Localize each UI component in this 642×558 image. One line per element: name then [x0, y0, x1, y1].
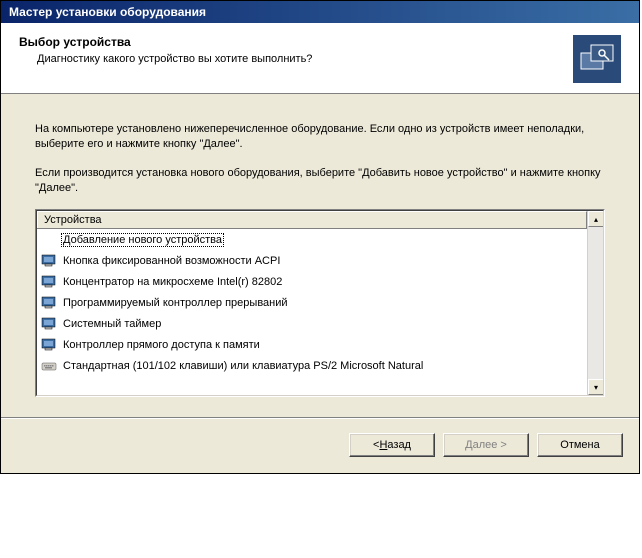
list-item-label: Программируемый контроллер прерываний — [61, 296, 290, 310]
list-item-label: Контроллер прямого доступа к памяти — [61, 338, 262, 352]
scroll-track[interactable] — [588, 227, 603, 379]
next-button[interactable]: Далее > — [443, 433, 529, 457]
cancel-button[interactable]: Отмена — [537, 433, 623, 457]
device-list-container: Устройства Добавление нового устройства К… — [35, 209, 605, 397]
list-header[interactable]: Устройства — [37, 211, 587, 229]
list-item-label: Добавление нового устройства — [61, 233, 224, 247]
column-devices[interactable]: Устройства — [37, 211, 587, 228]
header-text: Выбор устройства Диагностику какого устр… — [19, 35, 563, 65]
list-item[interactable]: Добавление нового устройства — [37, 229, 587, 250]
instruction-1: На компьютере установлено нижеперечислен… — [35, 122, 605, 152]
list-item[interactable]: Контроллер прямого доступа к памяти — [37, 334, 587, 355]
header-subtitle: Диагностику какого устройство вы хотите … — [37, 53, 563, 65]
button-bar: < Назад Далее > Отмена — [1, 419, 639, 473]
monitor-icon — [41, 253, 57, 269]
list-item[interactable]: Программируемый контроллер прерываний — [37, 292, 587, 313]
list-item[interactable]: Стандартная (101/102 клавиши) или клавиа… — [37, 355, 587, 376]
instruction-2: Если производится установка нового обору… — [35, 166, 605, 196]
hardware-icon — [573, 35, 621, 83]
monitor-icon — [41, 274, 57, 290]
header-title: Выбор устройства — [19, 35, 563, 49]
list-item-label: Стандартная (101/102 клавиши) или клавиа… — [61, 359, 425, 373]
monitor-icon — [41, 337, 57, 353]
none-icon — [41, 232, 57, 248]
wizard-header: Выбор устройства Диагностику какого устр… — [1, 23, 639, 94]
list-item-label: Кнопка фиксированной возможности ACPI — [61, 254, 282, 268]
content-area: На компьютере установлено нижеперечислен… — [1, 94, 639, 417]
list-item[interactable]: Кнопка фиксированной возможности ACPI — [37, 250, 587, 271]
back-button[interactable]: < Назад — [349, 433, 435, 457]
list-item-label: Системный таймер — [61, 317, 163, 331]
list-item[interactable]: Системный таймер — [37, 313, 587, 334]
monitor-icon — [41, 295, 57, 311]
dialog-window: Мастер установки оборудования Выбор устр… — [0, 0, 640, 474]
scroll-down-button[interactable]: ▾ — [588, 379, 604, 395]
window-title: Мастер установки оборудования — [9, 5, 206, 19]
vertical-scrollbar[interactable]: ▴ ▾ — [587, 211, 603, 395]
list-item-label: Концентратор на микросхеме Intel(r) 8280… — [61, 275, 284, 289]
keyboard-icon — [41, 358, 57, 374]
list-body: Добавление нового устройства Кнопка фикси… — [37, 229, 587, 395]
scroll-up-button[interactable]: ▴ — [588, 211, 604, 227]
monitor-icon — [41, 316, 57, 332]
title-bar[interactable]: Мастер установки оборудования — [1, 1, 639, 23]
list-item[interactable]: Концентратор на микросхеме Intel(r) 8280… — [37, 271, 587, 292]
